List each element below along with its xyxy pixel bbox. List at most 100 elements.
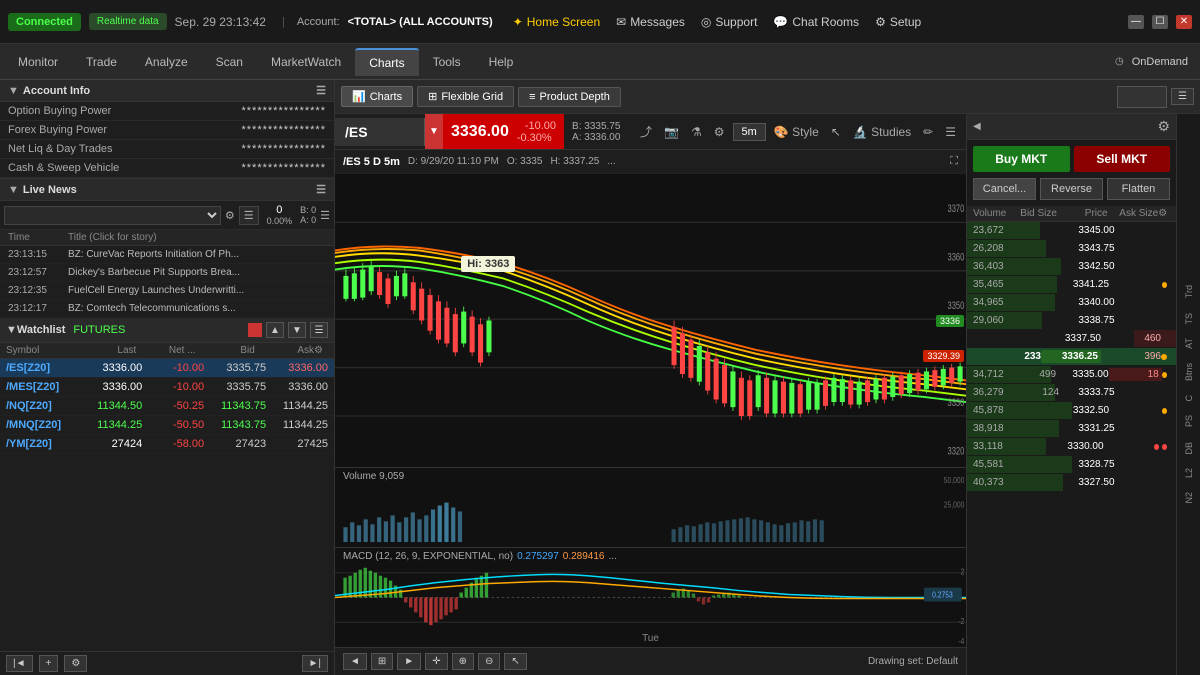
side-label-btns[interactable]: Btns xyxy=(1182,359,1196,385)
right-side-labels: Trd TS AT Btns C PS DB L2 N2 xyxy=(1176,114,1200,675)
chart-crosshair-btn[interactable]: ✛ xyxy=(425,653,447,670)
account-info-settings-icon[interactable]: ☰ xyxy=(316,84,326,97)
live-news-header: ▼ Live News ☰ xyxy=(0,179,334,201)
watchlist-down-btn[interactable]: ▼ xyxy=(288,322,306,338)
news-settings-icon[interactable]: ⚙ xyxy=(225,209,235,222)
settings-btn[interactable]: ⚙ xyxy=(710,123,729,141)
nav-support[interactable]: ◎ Support xyxy=(701,15,758,29)
watchlist-row[interactable]: /NQ[Z20] 11344.50 -50.25 11343.75 11344.… xyxy=(0,397,334,416)
order-book-row: 23,672 3345.00 xyxy=(967,222,1176,240)
style-btn[interactable]: 🎨 Style xyxy=(770,123,823,141)
chart-zoom-out-btn[interactable]: ⊖ xyxy=(478,653,500,670)
symbol-input[interactable] xyxy=(335,118,425,146)
chart-scroll-left-btn[interactable]: ◄ xyxy=(343,653,367,670)
nav-messages[interactable]: ✉ Messages xyxy=(616,15,685,29)
chart-bottom-bar: ◄ ⊞ ► ✛ ⊕ ⊖ ↖ Drawing set: Default xyxy=(335,647,966,675)
news-row[interactable]: 23:12:57 Dickey's Barbecue Pit Supports … xyxy=(0,264,334,282)
watchlist-row[interactable]: /MNQ[Z20] 11344.25 -50.50 11343.75 11344… xyxy=(0,416,334,435)
live-news-toggle[interactable]: ▼ xyxy=(8,184,19,196)
symbol-bar-tools: ⤴ 📷 ⚗ ⚙ 5m 🎨 Style ↖ 🔬 Studies xyxy=(630,121,966,142)
side-label-at[interactable]: AT xyxy=(1182,334,1196,353)
camera-btn[interactable]: 📷 xyxy=(660,123,683,141)
side-label-n2[interactable]: N2 xyxy=(1182,488,1196,508)
watchlist-first-btn[interactable]: |◄ xyxy=(6,655,33,672)
timeframe-btn[interactable]: 5m xyxy=(733,123,766,141)
news-menu-icon[interactable]: ☰ xyxy=(320,209,330,222)
watchlist-toggle[interactable]: ▼ xyxy=(6,324,17,336)
tab-tools[interactable]: Tools xyxy=(419,49,475,75)
nav-home[interactable]: ✦ Home Screen xyxy=(513,15,600,29)
tab-marketwatch[interactable]: MarketWatch xyxy=(257,49,355,75)
tab-help[interactable]: Help xyxy=(475,49,528,75)
chart-scroll-right-btn[interactable]: ► xyxy=(397,653,421,670)
watchlist-up-btn[interactable]: ▲ xyxy=(266,322,284,338)
depth-icon: ≡ xyxy=(529,91,535,103)
chart-mini-preview[interactable] xyxy=(1117,86,1167,108)
ohlc-expand-btn[interactable]: ⛶ xyxy=(950,155,958,168)
more-btn[interactable]: ☰ xyxy=(941,123,960,141)
share-btn[interactable]: ⤴ xyxy=(636,121,656,142)
side-label-l2[interactable]: L2 xyxy=(1182,464,1196,482)
charts-btn[interactable]: 📊 Charts xyxy=(341,86,413,107)
nav-chatrooms[interactable]: 💬 Chat Rooms xyxy=(773,15,859,29)
product-depth-btn[interactable]: ≡ Product Depth xyxy=(518,87,621,107)
watchlist-menu-btn[interactable]: ☰ xyxy=(310,322,328,338)
cancel-btn[interactable]: Cancel... xyxy=(973,178,1036,200)
beaker-btn[interactable]: ⚗ xyxy=(687,123,706,141)
watchlist-settings-col[interactable]: ⚙ xyxy=(314,345,328,356)
news-row[interactable]: 23:12:35 FuelCell Energy Launches Underw… xyxy=(0,282,334,300)
side-label-db[interactable]: DB xyxy=(1182,438,1196,459)
side-label-c[interactable]: C xyxy=(1182,391,1196,406)
flexible-grid-btn[interactable]: ⊞ Flexible Grid xyxy=(417,86,514,107)
order-book[interactable]: 23,672 3345.00 26,208 3343.75 xyxy=(967,222,1176,675)
news-filter-icon[interactable]: ☰ xyxy=(239,206,259,225)
draw-btn[interactable]: ✏ xyxy=(919,123,937,141)
chart-toolbar: 📊 Charts ⊞ Flexible Grid ≡ Product Depth… xyxy=(335,80,1200,114)
watchlist-last-btn[interactable]: ►| xyxy=(302,655,329,672)
watchlist-row[interactable]: /ES[Z20] 3336.00 -10.00 3335.75 3336.00 xyxy=(0,359,334,378)
minimize-button[interactable]: — xyxy=(1128,15,1144,29)
chart-menu-btn[interactable]: ☰ xyxy=(1171,88,1194,105)
tab-charts[interactable]: Charts xyxy=(355,48,418,76)
tab-trade[interactable]: Trade xyxy=(72,49,131,75)
ondemand-section: ◷ OnDemand xyxy=(1115,56,1196,68)
sell-mkt-btn[interactable]: Sell MKT xyxy=(1074,146,1171,172)
price-dot xyxy=(1162,444,1167,450)
watchlist-add-btn[interactable]: + xyxy=(39,655,59,672)
buy-mkt-btn[interactable]: Buy MKT xyxy=(973,146,1070,172)
side-label-trd[interactable]: Trd xyxy=(1182,281,1196,302)
news-filter-select[interactable] xyxy=(4,206,221,225)
cursor-btn[interactable]: ↖ xyxy=(827,123,845,141)
ob-settings-icon[interactable]: ⚙ xyxy=(1158,208,1170,219)
news-row[interactable]: 23:13:15 BZ: CureVac Reports Initiation … xyxy=(0,246,334,264)
watchlist-gear-btn[interactable]: ⚙ xyxy=(64,655,87,672)
flatten-btn[interactable]: Flatten xyxy=(1107,178,1170,200)
live-news-settings-icon[interactable]: ☰ xyxy=(316,183,326,196)
candlestick-chart[interactable]: 3370 3360 3350 3340 3330 3320 Hi: 3363 3… xyxy=(335,174,966,467)
watchlist-col-headers: Symbol Last Net ... Bid Ask ⚙ xyxy=(0,343,334,359)
order-book-row: 45,878 3332.50 xyxy=(967,402,1176,420)
tab-analyze[interactable]: Analyze xyxy=(131,49,202,75)
tab-scan[interactable]: Scan xyxy=(202,49,257,75)
chart-zoom-in-btn[interactable]: ⊕ xyxy=(452,653,474,670)
side-label-ts[interactable]: TS xyxy=(1182,309,1196,329)
tab-monitor[interactable]: Monitor xyxy=(4,49,72,75)
svg-text:3370: 3370 xyxy=(947,203,964,216)
side-label-ps[interactable]: PS xyxy=(1182,411,1196,431)
account-info-rows: Option Buying Power **************** For… xyxy=(0,102,334,178)
order-settings-btn[interactable]: ⚙ xyxy=(1157,118,1170,135)
chart-cursor-btn[interactable]: ↖ xyxy=(504,653,526,670)
order-book-row-active: 233 3336.25 396 xyxy=(967,348,1176,366)
maximize-button[interactable]: ☐ xyxy=(1152,15,1168,29)
nav-setup[interactable]: ⚙ Setup xyxy=(875,15,921,29)
ohlc-bar: /ES 5 D 5m D: 9/29/20 11:10 PM O: 3335 H… xyxy=(335,150,966,174)
account-info-toggle[interactable]: ▼ xyxy=(8,85,19,97)
chart-expand-btn[interactable]: ⊞ xyxy=(371,653,393,670)
close-button[interactable]: ✕ xyxy=(1176,15,1192,29)
watchlist-row[interactable]: /YM[Z20] 27424 -58.00 27423 27425 xyxy=(0,435,334,454)
studies-btn[interactable]: 🔬 Studies xyxy=(849,123,915,141)
reverse-btn[interactable]: Reverse xyxy=(1040,178,1103,200)
watchlist-row[interactable]: /MES[Z20] 3336.00 -10.00 3335.75 3336.00 xyxy=(0,378,334,397)
news-row[interactable]: 23:12:17 BZ: Comtech Telecommunications … xyxy=(0,300,334,318)
ondemand-label[interactable]: OnDemand xyxy=(1132,56,1188,68)
